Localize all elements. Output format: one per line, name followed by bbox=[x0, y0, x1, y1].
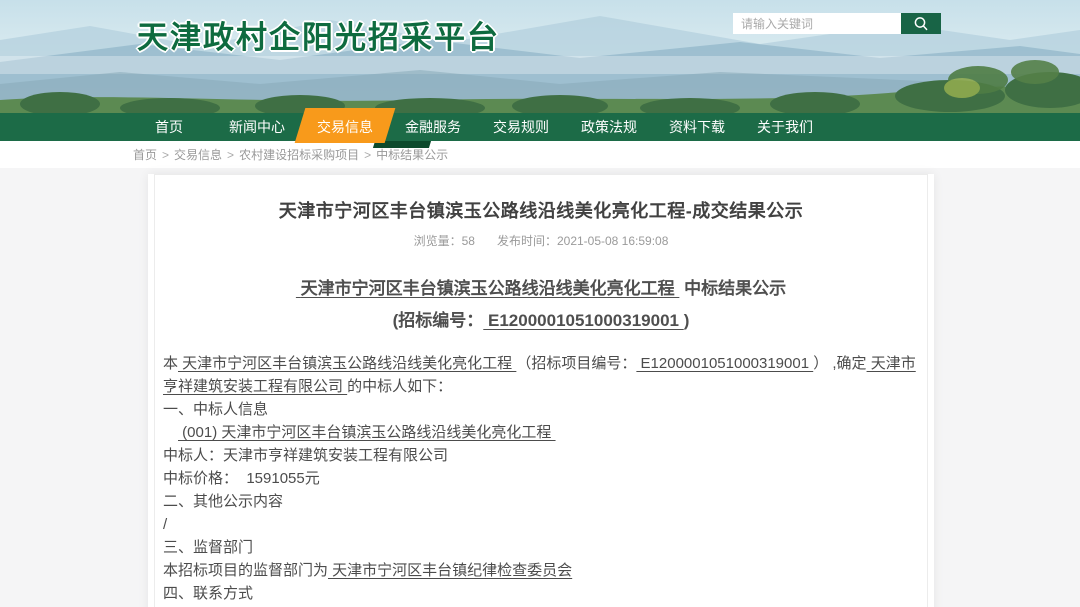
text-segment: E1200001051000319001 bbox=[636, 355, 813, 372]
nav-item-label: 金融服务 bbox=[405, 119, 461, 135]
search-button[interactable] bbox=[901, 13, 941, 34]
nav-item-home[interactable]: 首页 bbox=[125, 113, 213, 141]
publish-time-value: 2021-05-08 16:59:08 bbox=[557, 234, 668, 248]
nav-item-label: 新闻中心 bbox=[229, 119, 285, 135]
breadcrumb-item-home[interactable]: 首页 bbox=[133, 146, 157, 163]
article-meta: 浏览量：58 发布时间：2021-05-08 16:59:08 bbox=[163, 232, 919, 249]
view-count-value: 58 bbox=[462, 234, 475, 248]
content-area: 天津市宁河区丰台镇滨玉公路线沿线美化亮化工程-成交结果公示 浏览量：58 发布时间… bbox=[0, 174, 1080, 607]
text-segment: 中标价格： 1591055元 bbox=[163, 470, 320, 487]
text-segment: 天津市宁河区丰台镇滨玉公路线沿线美化亮化工程 bbox=[296, 279, 679, 298]
text-segment: 的中标人如下： bbox=[347, 378, 452, 395]
nav-item-label: 交易信息 bbox=[317, 119, 373, 135]
nav-item-policy[interactable]: 政策法规 bbox=[565, 113, 653, 141]
text-segment: ） ,确定 bbox=[813, 355, 866, 372]
view-count-label: 浏览量： bbox=[414, 234, 462, 248]
nav-item-trade-info[interactable]: 交易信息 bbox=[301, 113, 389, 141]
breadcrumb: 首页 > 交易信息 > 农村建设招标采购项目 > 中标结果公示 bbox=[0, 141, 1080, 168]
body-line: / bbox=[163, 513, 919, 536]
nav-item-label: 交易规则 bbox=[493, 119, 549, 135]
text-segment: 三、监督部门 bbox=[163, 539, 253, 556]
nav-item-label: 资料下载 bbox=[669, 119, 725, 135]
text-segment: / bbox=[163, 516, 167, 533]
text-segment: 天津市宁河区丰台镇滨玉公路线沿线美化亮化工程 bbox=[178, 355, 516, 372]
breadcrumb-item-rural-bidding[interactable]: 农村建设招标采购项目 bbox=[239, 146, 359, 163]
doc-bid-code-line: (招标编号： E1200001051000319001 ) bbox=[163, 306, 919, 331]
page: 天津政村企阳光招采平台 首页 新闻中心 交易信息 bbox=[0, 0, 1080, 607]
breadcrumb-item-current: 中标结果公示 bbox=[376, 146, 448, 163]
body-line: 一、中标人信息 bbox=[163, 398, 919, 421]
main-nav: 首页 新闻中心 交易信息 金融服务 交易规则 政策法规 bbox=[0, 113, 1080, 141]
body-line: 中标价格： 1591055元 bbox=[163, 467, 919, 490]
doc-subtitle: 天津市宁河区丰台镇滨玉公路线沿线美化亮化工程 中标结果公示 bbox=[163, 274, 919, 299]
text-segment bbox=[163, 424, 178, 441]
nav-item-trade-rules[interactable]: 交易规则 bbox=[477, 113, 565, 141]
breadcrumb-item-trade-info[interactable]: 交易信息 bbox=[174, 146, 222, 163]
content-panel: 天津市宁河区丰台镇滨玉公路线沿线美化亮化工程-成交结果公示 浏览量：58 发布时间… bbox=[148, 174, 934, 607]
body-paragraph: 本 天津市宁河区丰台镇滨玉公路线沿线美化亮化工程 （招标项目编号： E12000… bbox=[163, 352, 919, 398]
text-segment: （招标项目编号： bbox=[516, 355, 636, 372]
search-input[interactable] bbox=[733, 13, 901, 34]
text-segment: 一、中标人信息 bbox=[163, 401, 268, 418]
body-line: (001) 天津市宁河区丰台镇滨玉公路线沿线美化亮化工程 bbox=[163, 421, 919, 444]
nav-item-news[interactable]: 新闻中心 bbox=[213, 113, 301, 141]
breadcrumb-separator: > bbox=[227, 148, 234, 162]
nav-list: 首页 新闻中心 交易信息 金融服务 交易规则 政策法规 bbox=[0, 113, 1080, 141]
nav-item-finance[interactable]: 金融服务 bbox=[389, 113, 477, 141]
doc-body: 本 天津市宁河区丰台镇滨玉公路线沿线美化亮化工程 （招标项目编号： E12000… bbox=[163, 352, 919, 607]
text-segment: 二、其他公示内容 bbox=[163, 493, 283, 510]
nav-item-label: 首页 bbox=[155, 119, 183, 135]
text-segment: 天津市宁河区丰台镇纪律检查委员会 bbox=[328, 562, 572, 579]
search-bar bbox=[733, 13, 941, 34]
body-line: 中标人：天津市亨祥建筑安装工程有限公司 bbox=[163, 444, 919, 467]
text-segment: E1200001051000319001 bbox=[483, 311, 683, 330]
body-line: 二、其他公示内容 bbox=[163, 490, 919, 513]
search-icon bbox=[912, 15, 930, 33]
breadcrumb-separator: > bbox=[364, 148, 371, 162]
article-box: 天津市宁河区丰台镇滨玉公路线沿线美化亮化工程-成交结果公示 浏览量：58 发布时间… bbox=[154, 174, 928, 607]
text-segment: 中标人：天津市亨祥建筑安装工程有限公司 bbox=[163, 447, 448, 464]
nav-item-about[interactable]: 关于我们 bbox=[741, 113, 829, 141]
text-segment: 四、联系方式 bbox=[163, 585, 253, 602]
text-segment: (招标编号： bbox=[393, 311, 484, 330]
nav-item-label: 关于我们 bbox=[757, 119, 813, 135]
site-title: 天津政村企阳光招采平台 bbox=[137, 12, 500, 57]
breadcrumb-separator: > bbox=[162, 148, 169, 162]
text-segment: (001) 天津市宁河区丰台镇滨玉公路线沿线美化亮化工程 bbox=[178, 424, 556, 441]
text-segment: ) bbox=[684, 311, 690, 330]
body-line: 四、联系方式 bbox=[163, 582, 919, 605]
site-header: 天津政村企阳光招采平台 bbox=[0, 0, 1080, 113]
nav-item-label: 政策法规 bbox=[581, 119, 637, 135]
article-title: 天津市宁河区丰台镇滨玉公路线沿线美化亮化工程-成交结果公示 bbox=[163, 197, 919, 223]
body-line: 本招标项目的监督部门为 天津市宁河区丰台镇纪律检查委员会 bbox=[163, 559, 919, 582]
text-segment: 本招标项目的监督部门为 bbox=[163, 562, 328, 579]
body-line: 三、监督部门 bbox=[163, 536, 919, 559]
text-segment: 本 bbox=[163, 355, 178, 372]
nav-item-downloads[interactable]: 资料下载 bbox=[653, 113, 741, 141]
publish-time-label: 发布时间： bbox=[497, 234, 557, 248]
text-segment: 中标结果公示 bbox=[679, 279, 786, 298]
